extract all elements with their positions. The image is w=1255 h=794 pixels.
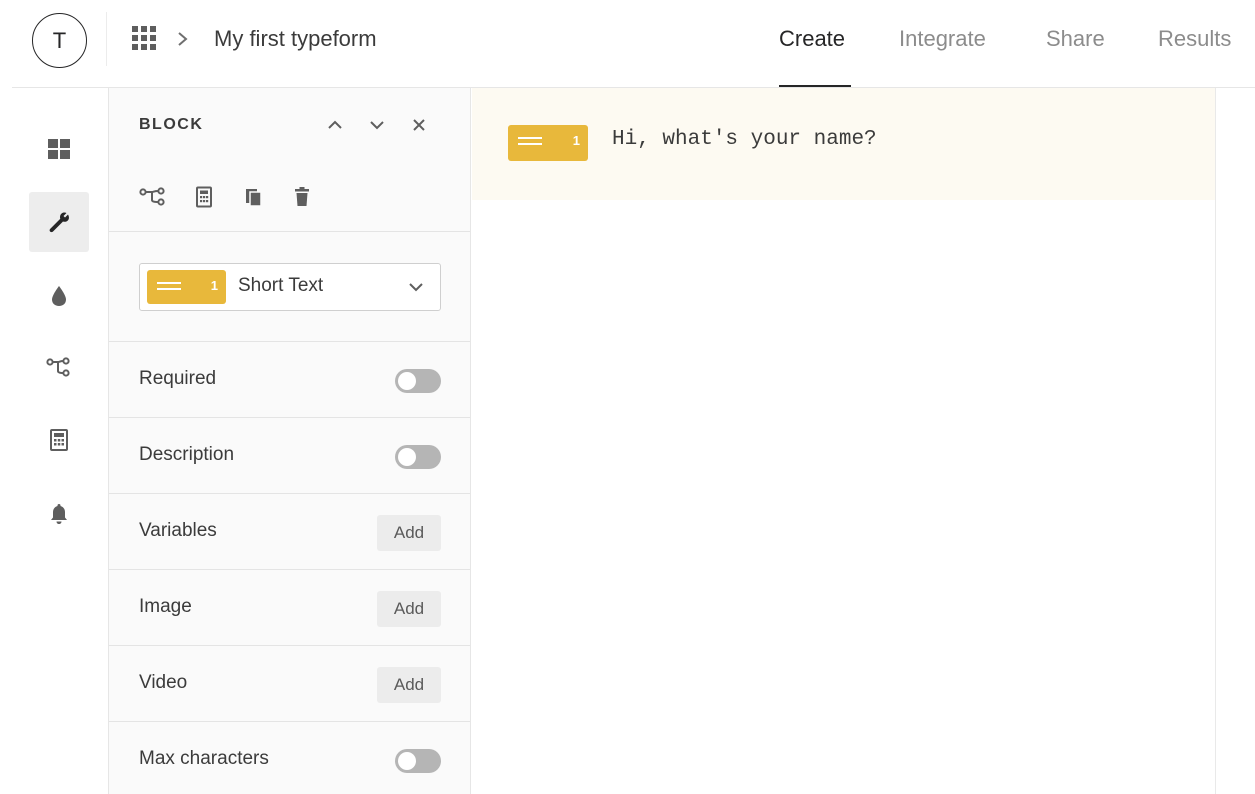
tab-share[interactable]: Share xyxy=(1046,24,1105,54)
question-text[interactable]: Hi, what's your name? xyxy=(612,128,877,151)
question-badge: 1 xyxy=(508,125,588,161)
canvas-right-border xyxy=(1215,88,1216,794)
setting-description: Description xyxy=(109,418,470,494)
move-up-button[interactable] xyxy=(322,112,348,138)
calculator-icon xyxy=(50,429,68,451)
rail-item-settings[interactable] xyxy=(29,192,89,252)
setting-label: Description xyxy=(139,444,235,465)
setting-max-characters: Max characters xyxy=(109,722,470,794)
chevron-up-icon xyxy=(328,120,342,129)
delete-button[interactable] xyxy=(288,183,316,211)
logic-icon xyxy=(139,187,165,206)
question-type-badge: 1 xyxy=(147,270,226,304)
panel-header: BLOCK xyxy=(109,88,470,232)
setting-label: Image xyxy=(139,596,192,617)
workspace-avatar[interactable]: T xyxy=(32,13,87,68)
calculator-icon xyxy=(196,186,212,208)
rail-item-calculator[interactable] xyxy=(29,410,89,470)
question-number: 1 xyxy=(572,133,580,148)
add-image-button[interactable]: Add xyxy=(377,591,441,627)
move-down-button[interactable] xyxy=(364,112,390,138)
description-toggle[interactable] xyxy=(395,445,441,469)
form-canvas: 1 Hi, what's your name? xyxy=(472,88,1215,794)
chevron-down-icon xyxy=(409,283,423,292)
setting-label: Variables xyxy=(139,520,217,541)
add-variables-button[interactable]: Add xyxy=(377,515,441,551)
breadcrumb-chevron-icon xyxy=(176,22,196,56)
question-type-select[interactable]: 1 Short Text xyxy=(139,263,441,311)
max-characters-toggle[interactable] xyxy=(395,749,441,773)
drop-icon xyxy=(52,286,66,306)
close-icon xyxy=(413,119,425,131)
tab-create[interactable]: Create xyxy=(779,24,845,54)
header-divider xyxy=(106,12,107,66)
panel-title: BLOCK xyxy=(139,116,204,133)
setting-label: Max characters xyxy=(139,748,269,769)
question-type-section: 1 Short Text xyxy=(109,232,470,342)
question-number: 1 xyxy=(210,278,218,293)
trash-icon xyxy=(295,187,309,206)
add-video-button[interactable]: Add xyxy=(377,667,441,703)
question-type-label: Short Text xyxy=(238,275,324,296)
left-icon-rail xyxy=(0,88,108,794)
rail-item-content[interactable] xyxy=(29,119,89,179)
setting-required: Required xyxy=(109,342,470,418)
question-row[interactable]: 1 Hi, what's your name? xyxy=(472,88,1215,200)
setting-video: Video Add xyxy=(109,646,470,722)
required-toggle[interactable] xyxy=(395,369,441,393)
setting-variables: Variables Add xyxy=(109,494,470,570)
copy-icon xyxy=(246,189,262,207)
chevron-down-icon xyxy=(370,121,384,130)
tab-integrate[interactable]: Integrate xyxy=(899,24,986,54)
setting-image: Image Add xyxy=(109,570,470,646)
duplicate-button[interactable] xyxy=(240,183,268,211)
setting-label: Required xyxy=(139,368,217,389)
short-text-icon xyxy=(157,282,181,294)
setting-label: Video xyxy=(139,672,188,693)
bell-icon xyxy=(51,504,67,524)
form-title[interactable]: My first typeform xyxy=(214,24,377,54)
calculator-button[interactable] xyxy=(190,183,218,211)
logic-jump-button[interactable] xyxy=(139,183,167,211)
rail-item-notifications[interactable] xyxy=(29,484,89,544)
short-text-icon xyxy=(518,137,542,149)
apps-grid-icon[interactable] xyxy=(132,26,156,50)
wrench-icon xyxy=(49,212,69,233)
block-settings-panel: BLOCK 1 Short Text Required Description … xyxy=(108,88,471,794)
grid-icon xyxy=(48,139,70,159)
close-panel-button[interactable] xyxy=(406,112,432,138)
avatar-letter: T xyxy=(52,27,67,53)
logic-icon xyxy=(46,357,70,377)
rail-item-logic[interactable] xyxy=(29,338,89,398)
tab-results[interactable]: Results xyxy=(1158,24,1231,54)
rail-item-design[interactable] xyxy=(29,266,89,326)
top-header: T My first typeform Create Integrate Sha… xyxy=(0,0,1255,88)
